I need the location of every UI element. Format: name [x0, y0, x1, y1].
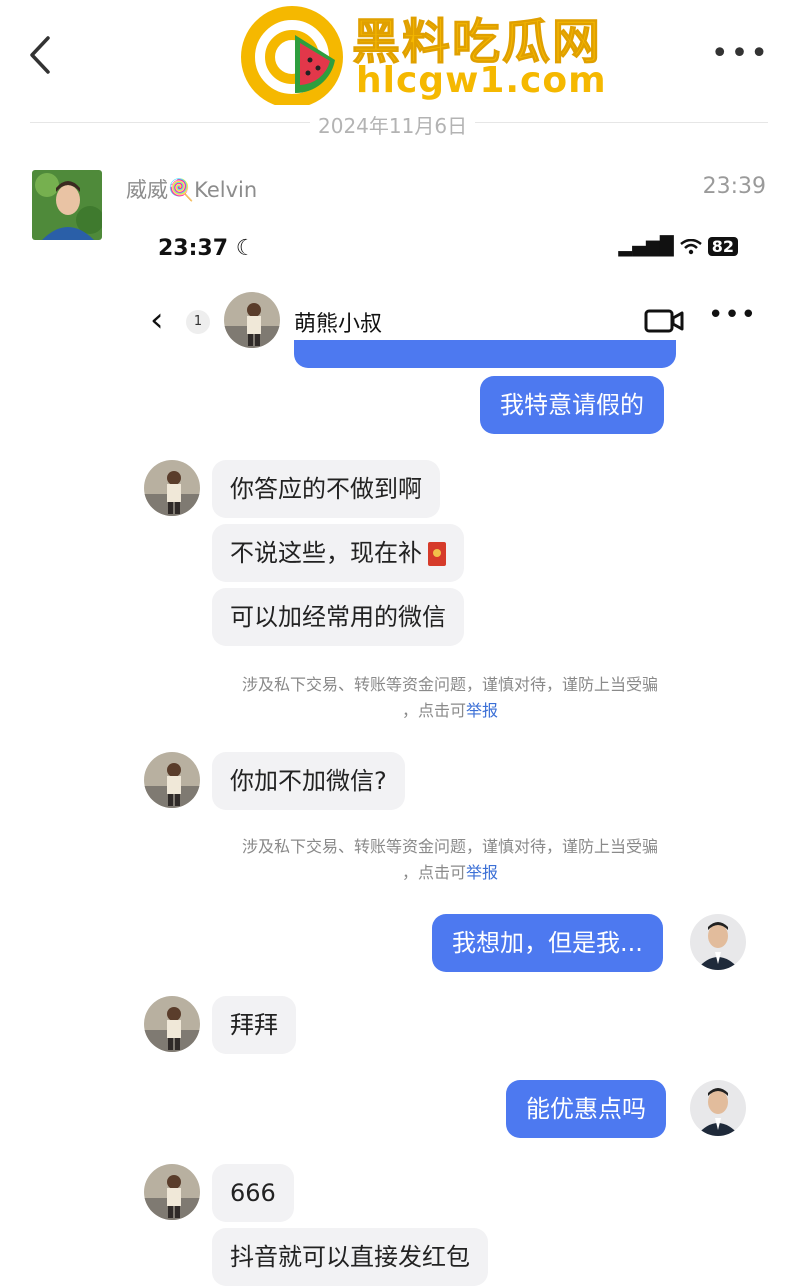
message-bubble-them[interactable]: 你加不加微信? — [212, 752, 405, 810]
signal-icon: ▂▄▆█ — [618, 236, 674, 257]
message-bubble-me[interactable]: 我想加，但是我... — [432, 914, 663, 972]
sender-name: 威威🍭Kelvin — [126, 178, 258, 202]
report-link[interactable]: 举报 — [466, 701, 498, 720]
message-bubble-me[interactable]: 能优惠点吗 — [506, 1080, 666, 1138]
warning-prefix: ，点击可 — [401, 863, 466, 882]
contact-name: 萌熊小叔 — [294, 312, 383, 337]
message-bubble-them[interactable]: 抖音就可以直接发红包 — [212, 1228, 488, 1286]
message-bubble-them[interactable]: 666 — [212, 1164, 294, 1222]
moon-icon: ☾ — [235, 236, 256, 261]
sender-avatar[interactable] — [32, 170, 102, 240]
status-icons: ▂▄▆█ 82 — [618, 236, 738, 257]
contact-avatar-small[interactable] — [144, 460, 200, 516]
warning-prefix: ，点击可 — [401, 701, 466, 720]
inner-more-icon[interactable]: ••• — [708, 300, 757, 330]
contact-avatar-small[interactable] — [144, 996, 200, 1052]
cutoff-bubble — [294, 340, 676, 368]
back-arrow-icon[interactable] — [22, 30, 62, 80]
status-time: 23:37 ☾ — [158, 236, 255, 261]
logo-url: hlcgw1.com — [356, 60, 607, 101]
contact-avatar[interactable] — [224, 292, 280, 348]
safety-warning: 涉及私下交易、转账等资金问题，谨慎对待，谨防上当受骗 ，点击可举报 — [200, 672, 700, 724]
message-bubble-them[interactable]: 拜拜 — [212, 996, 296, 1054]
warning-text: 涉及私下交易、转账等资金问题，谨慎对待，谨防上当受骗 — [241, 837, 658, 856]
video-call-icon[interactable] — [644, 308, 684, 334]
date-label: 2024年11月6日 — [310, 110, 476, 139]
status-time-text: 23:37 — [158, 236, 229, 261]
message-text: 不说这些，现在补 — [230, 539, 422, 567]
report-link[interactable]: 举报 — [466, 863, 498, 882]
contact-avatar-small[interactable] — [144, 1164, 200, 1220]
red-packet-icon — [428, 542, 446, 566]
message-bubble-them[interactable]: 你答应的不做到啊 — [212, 460, 440, 518]
safety-warning: 涉及私下交易、转账等资金问题，谨慎对待，谨防上当受骗 ，点击可举报 — [200, 834, 700, 886]
unread-badge: 1 — [186, 310, 210, 334]
my-avatar[interactable] — [690, 1080, 746, 1136]
battery-indicator: 82 — [707, 237, 738, 256]
inner-back-icon[interactable]: ‹ — [150, 300, 164, 340]
post-time: 23:39 — [702, 174, 766, 199]
my-avatar[interactable] — [690, 914, 746, 970]
more-options-icon[interactable]: ••• — [711, 39, 770, 69]
message-bubble-them[interactable]: 不说这些，现在补 — [212, 524, 464, 582]
message-bubble-me[interactable]: 我特意请假的 — [480, 376, 664, 434]
message-bubble-them[interactable]: 可以加经常用的微信 — [212, 588, 464, 646]
wifi-icon — [679, 238, 702, 254]
contact-avatar-small[interactable] — [144, 752, 200, 808]
warning-text: 涉及私下交易、转账等资金问题，谨慎对待，谨防上当受骗 — [241, 675, 658, 694]
